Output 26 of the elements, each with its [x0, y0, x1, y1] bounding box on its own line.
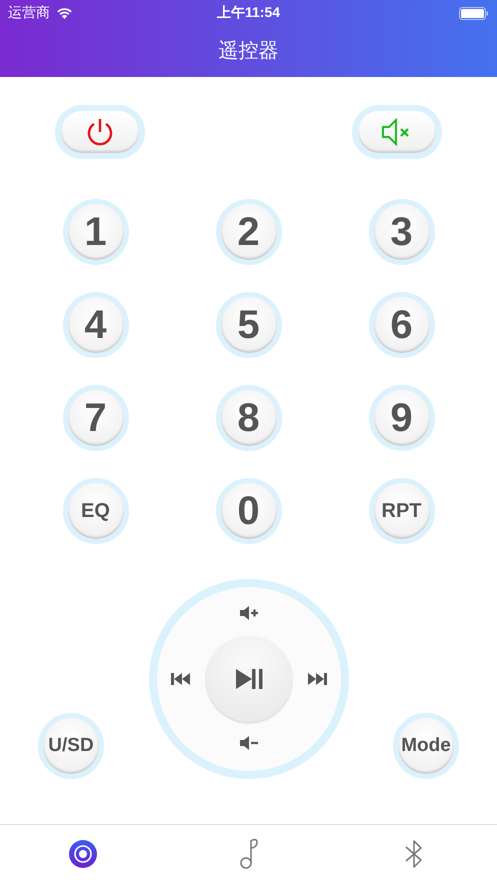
previous-button[interactable]	[168, 671, 192, 687]
keypad-button[interactable]: 3	[368, 199, 434, 265]
keypad-button[interactable]: 7	[62, 385, 128, 451]
keypad-button[interactable]: RPT	[368, 478, 434, 544]
play-pause-icon	[234, 668, 262, 690]
keypad-button[interactable]: 5	[216, 292, 282, 358]
volume-down-icon	[238, 735, 258, 751]
keypad-button[interactable]: 4	[62, 292, 128, 358]
next-icon	[306, 673, 326, 685]
carrier-name: 运营商	[8, 4, 50, 22]
battery-icon	[459, 6, 489, 20]
page-title: 遥控器	[218, 39, 280, 64]
keypad-button[interactable]: 2	[216, 199, 282, 265]
keypad-button[interactable]: EQ	[62, 478, 128, 544]
volume-up-icon	[238, 605, 258, 621]
keypad-button[interactable]: 8	[216, 385, 282, 451]
keypad-button[interactable]: 1	[62, 199, 128, 265]
wifi-icon	[56, 7, 73, 19]
previous-icon	[170, 673, 190, 685]
keypad-button[interactable]: 9	[368, 385, 434, 451]
power-icon	[85, 117, 115, 147]
clock: 上午11:54	[216, 4, 280, 22]
keypad-button[interactable]: 6	[368, 292, 434, 358]
keypad-button[interactable]: 0	[216, 478, 282, 544]
side-button[interactable]: U/SD	[38, 713, 104, 779]
side-button[interactable]: Mode	[393, 713, 459, 779]
